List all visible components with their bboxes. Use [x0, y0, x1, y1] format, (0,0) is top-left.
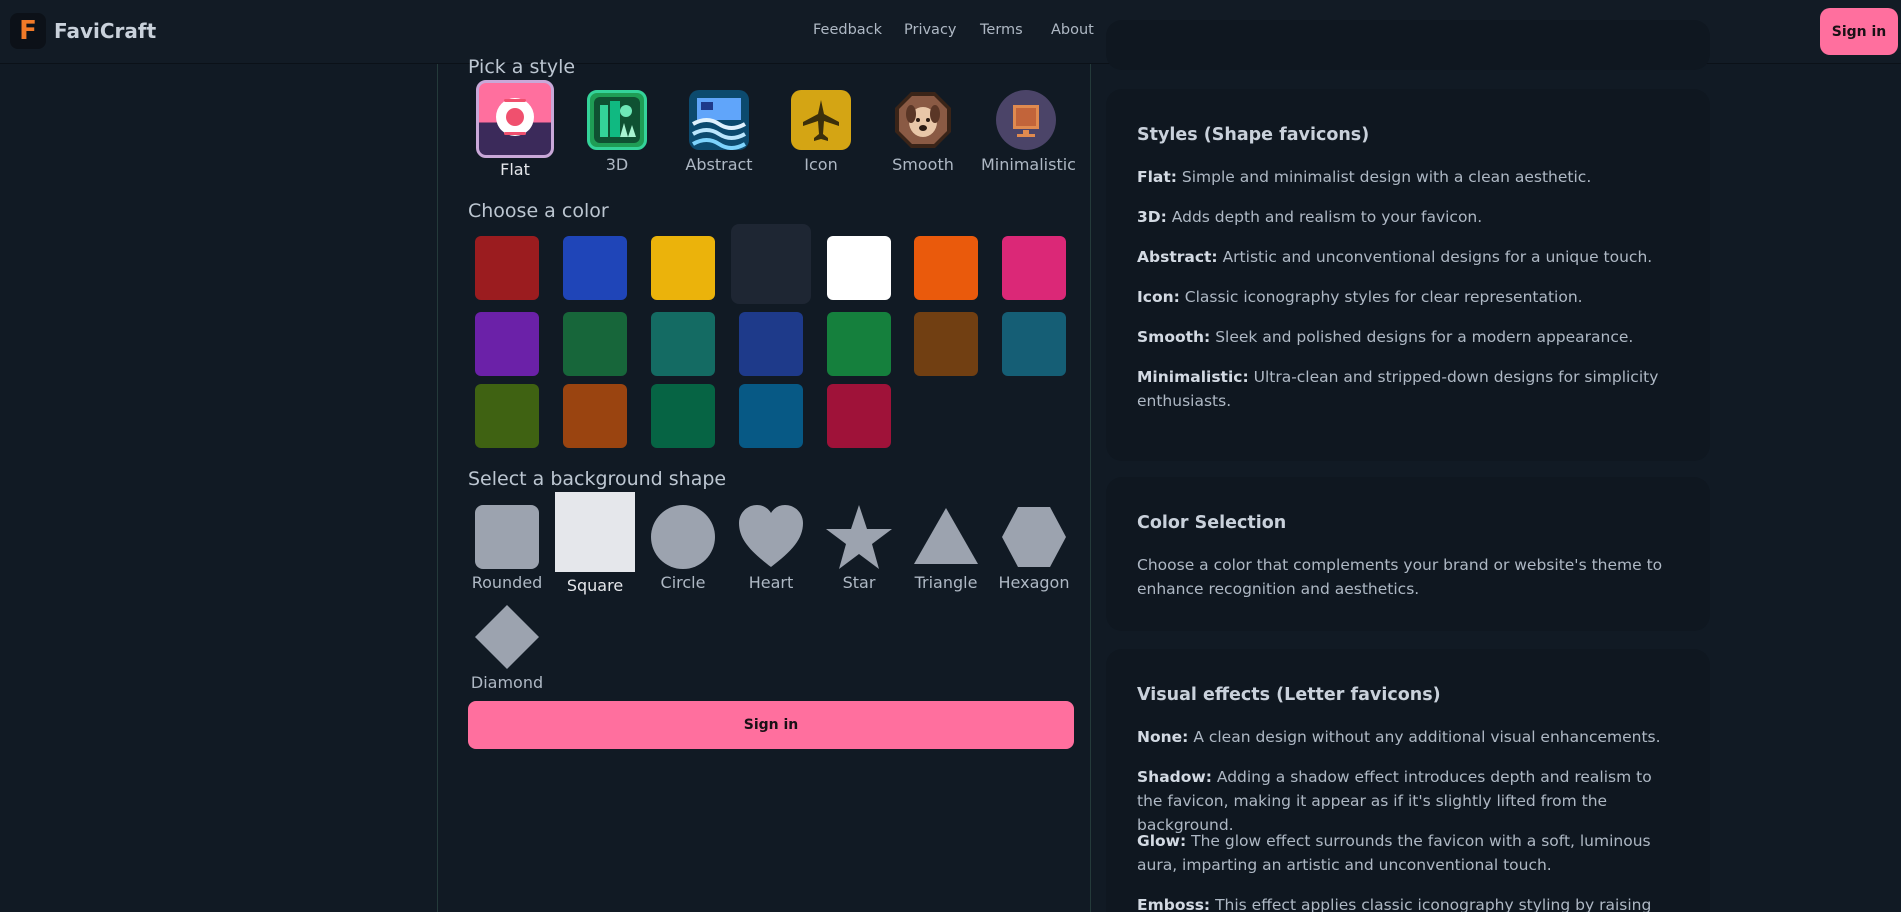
color-swatch-white[interactable] [827, 236, 891, 300]
square-shape-icon [555, 492, 635, 572]
shape-label-heart: Heart [748, 573, 794, 592]
previous-info-card [1106, 20, 1710, 70]
brand-name[interactable]: FaviCraft [54, 19, 156, 43]
nav-link-privacy[interactable]: Privacy [904, 22, 957, 38]
style-desc-smooth: Smooth: Sleek and polished designs for a… [1137, 328, 1634, 346]
effect-desc-glow: Glow: The glow effect surrounds the favi… [1137, 832, 1651, 874]
effect-desc-shadow: Shadow: Adding a shadow effect introduce… [1137, 768, 1652, 834]
header-sign-in-button[interactable]: Sign in [1820, 8, 1898, 55]
style-desc-abstract: Abstract: Artistic and unconventional de… [1137, 248, 1653, 266]
shape-label-square: Square [566, 576, 624, 595]
star-shape-icon [826, 505, 892, 569]
nav-link-terms[interactable]: Terms [980, 22, 1023, 38]
styles-card-title: Styles (Shape favicons) [1137, 125, 1370, 145]
rounded-shape-icon [475, 505, 539, 569]
style-option-minimalistic[interactable]: Minimalistic [981, 90, 1076, 174]
nav-link-feedback[interactable]: Feedback [813, 22, 882, 38]
style-desc-icon: Icon: Classic iconography styles for cle… [1137, 288, 1583, 306]
generate-sign-in-button[interactable]: Sign in [468, 701, 1074, 749]
color-swatch-pink[interactable] [1002, 236, 1066, 300]
style-option-smooth[interactable]: Smooth [878, 90, 968, 174]
background-shape-title: Select a background shape [468, 468, 727, 490]
hexagon-shape-icon [1002, 507, 1066, 567]
favicraft-logo-icon[interactable]: F [10, 13, 46, 49]
shape-label-rounded: Rounded [471, 573, 543, 592]
shape-option-triangle[interactable]: Triangle [906, 505, 986, 592]
choose-color-title: Choose a color [468, 200, 609, 222]
color-swatch-rust[interactable] [563, 384, 627, 448]
shape-option-circle[interactable]: Circle [643, 505, 723, 592]
style-desc-3d: 3D: Adds depth and realism to your favic… [1137, 208, 1483, 226]
shape-option-star[interactable]: Star [819, 505, 899, 592]
style-label-abstract: Abstract [685, 155, 753, 174]
style-desc-flat: Flat: Simple and minimalist design with … [1137, 168, 1592, 186]
color-swatch-green-dark[interactable] [563, 312, 627, 376]
minimalistic-style-icon [996, 90, 1056, 150]
style-label-flat: Flat [500, 160, 530, 179]
color-swatch-olive[interactable] [475, 384, 539, 448]
effect-desc-emboss: Emboss: This effect applies classic icon… [1137, 896, 1652, 912]
triangle-shape-icon [914, 508, 978, 564]
style-desc-minimalistic: Minimalistic: Ultra-clean and stripped-d… [1137, 368, 1659, 410]
style-option-abstract[interactable]: Abstract [674, 90, 764, 174]
flat-style-icon [476, 80, 554, 158]
shape-label-hexagon: Hexagon [998, 573, 1070, 592]
color-swatch-navy[interactable] [739, 312, 803, 376]
pick-style-title: Pick a style [468, 56, 576, 78]
color-swatch-green[interactable] [827, 312, 891, 376]
shape-option-diamond[interactable]: Diamond [467, 605, 547, 692]
shape-label-circle: Circle [660, 573, 706, 592]
shape-option-hexagon[interactable]: Hexagon [994, 505, 1074, 592]
icon-style-icon [791, 90, 851, 150]
style-label-smooth: Smooth [892, 155, 954, 174]
color-swatch-cyan-dark[interactable] [1002, 312, 1066, 376]
style-option-flat[interactable]: Flat [470, 80, 560, 179]
color-swatch-orange[interactable] [914, 236, 978, 300]
color-swatch-red[interactable] [475, 236, 539, 300]
color-selection-card: Color Selection Choose a color that comp… [1106, 477, 1710, 631]
style-label-minimalistic: Minimalistic [981, 155, 1076, 174]
circle-shape-icon [651, 505, 715, 569]
effect-desc-none: None: A clean design without any additio… [1137, 728, 1661, 746]
color-swatch-sky-dark[interactable] [739, 384, 803, 448]
diamond-shape-icon [475, 605, 539, 669]
shape-label-star: Star [842, 573, 876, 592]
color-card-title: Color Selection [1137, 513, 1287, 533]
styles-info-card: Styles (Shape favicons) Flat: Simple and… [1106, 89, 1710, 461]
color-swatch-dark-selected[interactable] [731, 224, 811, 304]
color-swatch-blue[interactable] [563, 236, 627, 300]
3d-style-icon [587, 90, 647, 150]
style-label-3d: 3D [605, 155, 629, 174]
heart-shape-icon [739, 505, 803, 567]
color-swatch-purple[interactable] [475, 312, 539, 376]
shape-label-triangle: Triangle [914, 573, 978, 592]
visual-effects-card: Visual effects (Letter favicons) None: A… [1106, 649, 1710, 912]
abstract-style-icon [689, 90, 749, 150]
smooth-style-icon [893, 90, 953, 150]
nav-link-about[interactable]: About [1051, 22, 1094, 38]
shape-option-heart[interactable]: Heart [731, 505, 811, 592]
color-swatch-crimson[interactable] [827, 384, 891, 448]
color-swatch-brown[interactable] [914, 312, 978, 376]
effects-card-title: Visual effects (Letter favicons) [1137, 685, 1441, 705]
color-card-text: Choose a color that complements your bra… [1137, 556, 1663, 598]
shape-label-diamond: Diamond [470, 673, 544, 692]
style-option-3d[interactable]: 3D [572, 90, 662, 174]
style-label-icon: Icon [804, 155, 838, 174]
color-swatch-yellow[interactable] [651, 236, 715, 300]
style-option-icon[interactable]: Icon [776, 90, 866, 174]
color-swatch-teal[interactable] [651, 312, 715, 376]
color-swatch-emerald[interactable] [651, 384, 715, 448]
shape-option-rounded[interactable]: Rounded [467, 505, 547, 592]
shape-option-square[interactable]: Square [555, 492, 635, 595]
